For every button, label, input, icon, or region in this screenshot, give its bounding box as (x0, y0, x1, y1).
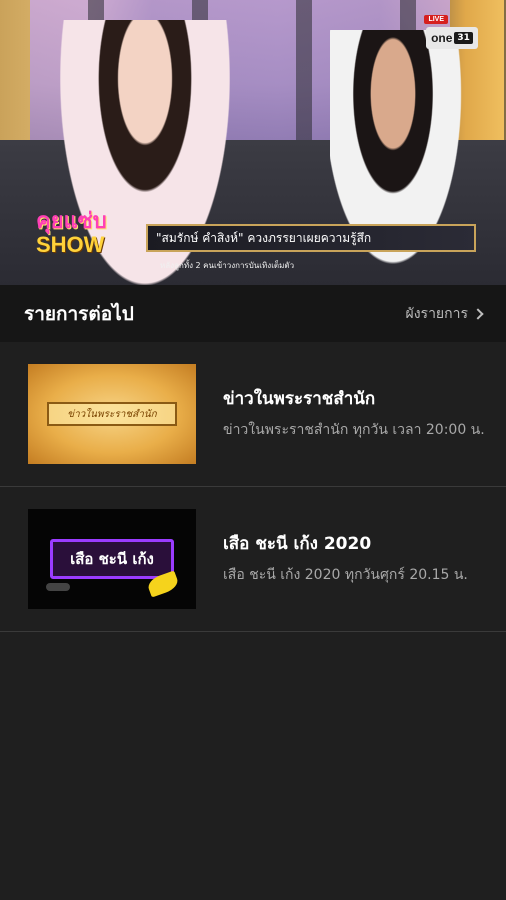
channel-logo: one 31 (426, 27, 478, 49)
show-logo: คุยแซ่บ SHOW (36, 210, 136, 266)
news-headline: "สมรักษ์ คำสิงห์" ควงภรรยาเผยความรู้สึก (146, 224, 476, 252)
show-logo-line1: คุยแซ่บ (36, 208, 107, 233)
thumbnail-title: เสือ ชะนี เก้ง (50, 539, 174, 579)
live-badge: LIVE (424, 15, 448, 24)
program-meta: เสือ ชะนี เก้ง 2020 เสือ ชะนี เก้ง 2020 … (196, 530, 506, 588)
list-item[interactable]: เสือ ชะนี เก้ง เสือ ชะนี เก้ง 2020 เสือ … (0, 487, 506, 632)
show-logo-line2: SHOW (36, 232, 105, 257)
thumbnail-title: ข่าวในพระราชสำนัก (47, 402, 177, 426)
channel-logo-number: 31 (454, 32, 473, 44)
section-title: รายการต่อไป (24, 302, 134, 325)
sunglasses-icon (46, 583, 70, 591)
program-thumbnail[interactable]: ข่าวในพระราชสำนัก (28, 364, 196, 464)
program-title: เสือ ชะนี เก้ง 2020 (223, 534, 372, 554)
chevron-right-icon (472, 307, 484, 320)
program-thumbnail[interactable]: เสือ ชะนี เก้ง (28, 509, 196, 609)
video-player[interactable]: LIVE one 31 คุยแซ่บ SHOW "สมรักษ์ คำสิงห… (0, 0, 506, 285)
section-header: รายการต่อไป ผังรายการ (0, 285, 506, 342)
program-title: ข่าวในพระราชสำนัก (223, 389, 376, 409)
news-subline: หลังลูกทั้ง 2 คนเข้าวงการบันเทิงเต็มตัว (160, 261, 295, 270)
schedule-link[interactable]: ผังรายการ (405, 303, 484, 325)
program-list: ข่าวในพระราชสำนัก ข่าวในพระราชสำนัก ข่าว… (0, 342, 506, 632)
list-item[interactable]: ข่าวในพระราชสำนัก ข่าวในพระราชสำนัก ข่าว… (0, 342, 506, 487)
program-meta: ข่าวในพระราชสำนัก ข่าวในพระราชสำนัก ทุกว… (196, 385, 506, 443)
channel-logo-name: one (431, 31, 453, 45)
program-description: เสือ ชะนี เก้ง 2020 ทุกวันศุกร์ 20.15 น. (223, 567, 468, 583)
program-description: ข่าวในพระราชสำนัก ทุกวัน เวลา 20:00 น. (223, 422, 485, 438)
schedule-link-label: ผังรายการ (405, 305, 468, 322)
